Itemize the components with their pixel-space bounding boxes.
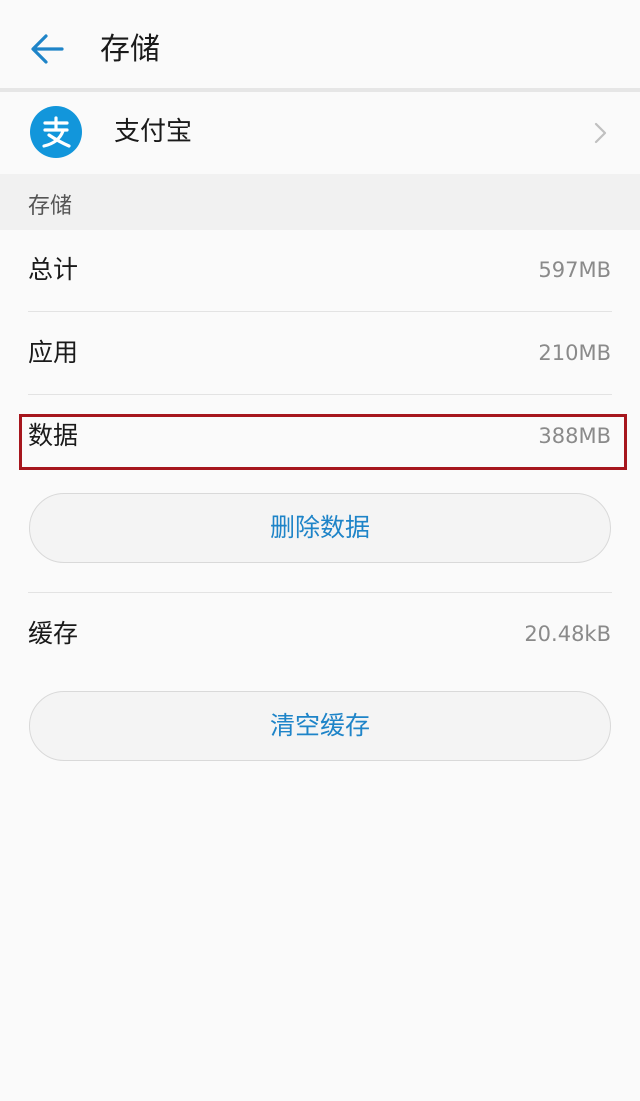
divider bbox=[28, 592, 612, 593]
data-value: 388MB bbox=[538, 424, 611, 448]
divider bbox=[28, 311, 612, 312]
delete-data-button[interactable]: 删除数据 bbox=[29, 493, 611, 563]
back-button[interactable] bbox=[22, 24, 74, 76]
top-bar: 存储 bbox=[0, 0, 640, 92]
data-label: 数据 bbox=[28, 421, 79, 450]
app-info-row[interactable]: 支付宝 bbox=[0, 92, 640, 174]
section-title: 存储 bbox=[28, 194, 73, 219]
total-row: 总计 597MB bbox=[0, 230, 640, 312]
cache-value: 20.48kB bbox=[524, 622, 611, 646]
page-title: 存储 bbox=[100, 32, 160, 67]
cache-row: 缓存 20.48kB bbox=[0, 594, 640, 676]
data-row: 数据 388MB bbox=[0, 396, 640, 478]
cache-label: 缓存 bbox=[28, 619, 79, 648]
clear-cache-button[interactable]: 清空缓存 bbox=[29, 691, 611, 761]
app-size-label: 应用 bbox=[28, 338, 79, 367]
app-name: 支付宝 bbox=[114, 117, 193, 147]
divider bbox=[28, 394, 612, 395]
storage-section-header: 存储 bbox=[0, 174, 640, 230]
app-size-value: 210MB bbox=[538, 341, 611, 365]
alipay-icon bbox=[30, 106, 82, 158]
total-value: 597MB bbox=[538, 258, 611, 282]
chevron-right-icon bbox=[590, 120, 610, 146]
total-label: 总计 bbox=[28, 255, 79, 284]
back-arrow-icon bbox=[31, 34, 64, 64]
app-size-row: 应用 210MB bbox=[0, 313, 640, 395]
